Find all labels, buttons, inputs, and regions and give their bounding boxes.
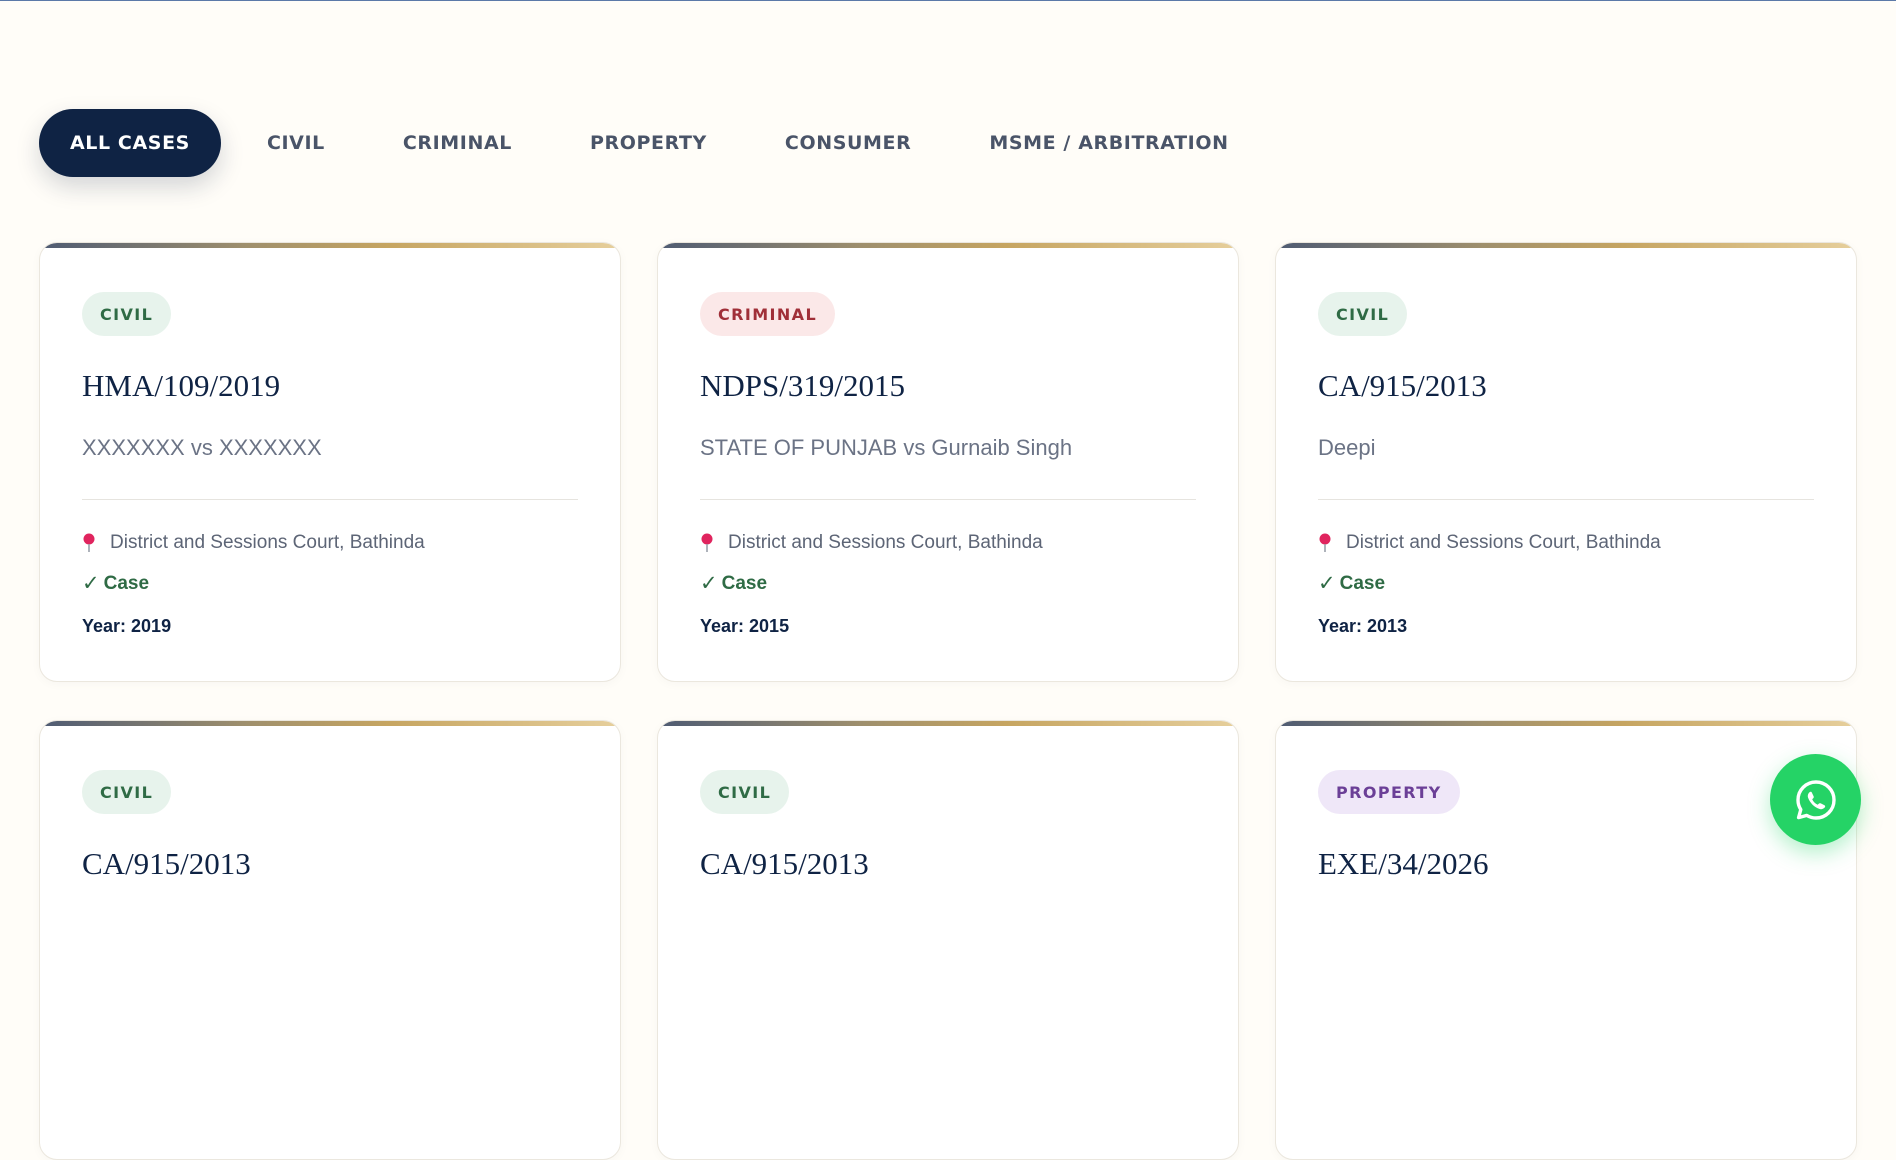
category-badge: CIVIL [700, 770, 790, 814]
status-label: Case [1339, 572, 1386, 594]
tab-property[interactable]: PROPERTY [558, 109, 739, 177]
check-icon: ✓ [82, 572, 100, 595]
card-accent-bar [40, 721, 620, 726]
tab-all-cases[interactable]: ALL CASES [39, 109, 221, 177]
case-number: CA/915/2013 [1318, 368, 1487, 403]
check-icon: ✓ [700, 572, 718, 595]
case-parties: Deepi [1318, 435, 1376, 460]
case-parties: STATE OF PUNJAB vs Gurnaib Singh [700, 435, 1073, 460]
tab-msme-arbitration[interactable]: MSME / ARBITRATION [957, 109, 1260, 177]
case-year: Year: 2015 [700, 616, 790, 636]
case-card[interactable]: CIVIL CA/915/2013 [657, 720, 1239, 1160]
case-card[interactable]: CIVIL CA/915/2013 Deepi District and Ses… [1275, 242, 1857, 682]
case-status: ✓ Case [700, 571, 767, 596]
case-card-grid: CIVIL HMA/109/2019 XXXXXXX vs XXXXXXX Di… [39, 242, 1857, 1160]
case-card[interactable]: CIVIL CA/915/2013 [39, 720, 621, 1160]
court-name: District and Sessions Court, Bathinda [1346, 532, 1661, 553]
court-name: District and Sessions Court, Bathinda [728, 532, 1043, 553]
pin-icon [83, 533, 95, 552]
case-status: ✓ Case [82, 571, 149, 596]
category-badge: PROPERTY [1318, 770, 1460, 814]
card-accent-bar [1276, 243, 1856, 248]
card-accent-bar [658, 721, 1238, 726]
case-filter-tabs: ALL CASES CIVIL CRIMINAL PROPERTY CONSUM… [39, 109, 1261, 177]
case-year: Year: 2013 [1318, 616, 1408, 636]
tab-criminal[interactable]: CRIMINAL [371, 109, 544, 177]
category-badge: CIVIL [82, 292, 172, 336]
pin-icon [701, 533, 713, 552]
case-number: HMA/109/2019 [82, 368, 281, 403]
case-year: Year: 2019 [82, 616, 172, 636]
tab-civil[interactable]: CIVIL [235, 109, 357, 177]
category-badge: CIVIL [82, 770, 172, 814]
card-accent-bar [40, 243, 620, 248]
tab-consumer[interactable]: CONSUMER [753, 109, 943, 177]
category-badge: CIVIL [1318, 292, 1408, 336]
card-divider [1318, 499, 1814, 500]
check-icon: ✓ [1318, 572, 1336, 595]
whatsapp-chat-button[interactable] [1770, 754, 1861, 845]
pin-icon [1319, 533, 1331, 552]
card-accent-bar [658, 243, 1238, 248]
whatsapp-icon [1795, 779, 1836, 820]
case-number: NDPS/319/2015 [700, 368, 905, 403]
case-status: ✓ Case [1318, 571, 1385, 596]
court-location: District and Sessions Court, Bathinda [1318, 532, 1661, 554]
case-parties: XXXXXXX vs XXXXXXX [82, 435, 322, 460]
category-badge: CRIMINAL [700, 292, 836, 336]
card-divider [700, 499, 1196, 500]
court-name: District and Sessions Court, Bathinda [110, 532, 425, 553]
court-location: District and Sessions Court, Bathinda [700, 532, 1043, 554]
status-label: Case [103, 572, 150, 594]
court-location: District and Sessions Court, Bathinda [82, 532, 425, 554]
card-divider [82, 499, 578, 500]
card-accent-bar [1276, 721, 1856, 726]
status-label: Case [721, 572, 768, 594]
case-card[interactable]: CRIMINAL NDPS/319/2015 STATE OF PUNJAB v… [657, 242, 1239, 682]
case-card[interactable]: CIVIL HMA/109/2019 XXXXXXX vs XXXXXXX Di… [39, 242, 621, 682]
case-card[interactable]: PROPERTY EXE/34/2026 [1275, 720, 1857, 1160]
